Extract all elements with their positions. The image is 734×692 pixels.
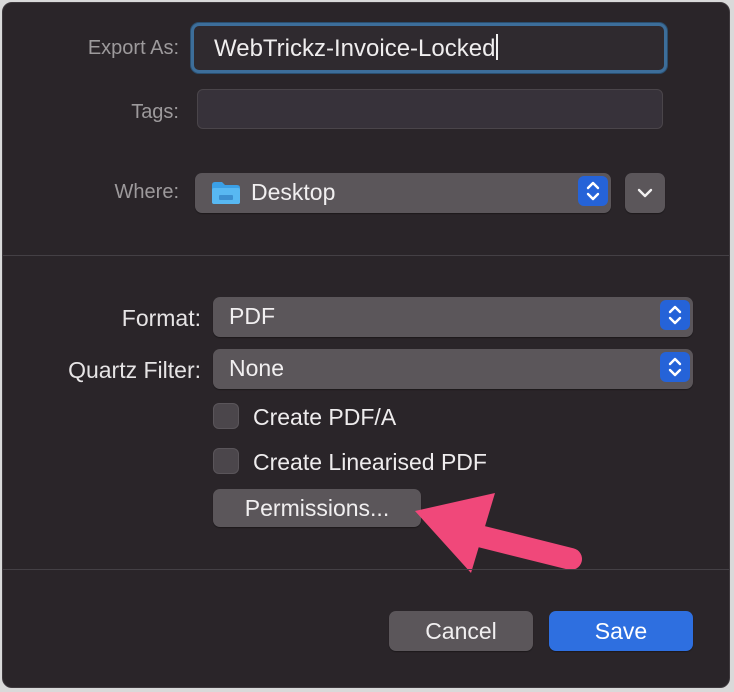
create-linearised-label: Create Linearised PDF <box>253 449 487 475</box>
cancel-button[interactable]: Cancel <box>389 611 533 651</box>
save-button[interactable]: Save <box>549 611 693 651</box>
create-pdfa-checkbox[interactable] <box>213 403 239 429</box>
text-caret <box>496 34 499 60</box>
format-value: PDF <box>229 303 275 329</box>
permissions-button[interactable]: Permissions... <box>213 489 421 527</box>
quartz-filter-label: Quartz Filter: <box>68 357 201 383</box>
section-divider-bottom <box>3 569 729 570</box>
format-stepper-icon <box>660 300 690 330</box>
export-as-value: WebTrickz-Invoice-Locked <box>214 35 496 62</box>
create-linearised-checkbox[interactable] <box>213 448 239 474</box>
expand-browser-button[interactable] <box>625 173 665 213</box>
folder-icon <box>212 182 240 204</box>
tags-label: Tags: <box>131 101 179 123</box>
where-label: Where: <box>114 181 179 203</box>
export-as-label: Export As: <box>87 37 179 59</box>
format-popup[interactable]: PDF <box>213 297 693 337</box>
where-value: Desktop <box>251 179 336 205</box>
where-stepper-icon <box>578 176 608 206</box>
section-divider-top <box>3 255 729 256</box>
quartz-filter-popup[interactable]: None <box>213 349 693 389</box>
tags-input[interactable] <box>197 89 663 129</box>
annotation-arrow-icon <box>415 493 582 573</box>
where-popup[interactable]: Desktop <box>195 173 611 213</box>
quartz-filter-value: None <box>229 355 284 381</box>
export-as-input[interactable]: WebTrickz-Invoice-Locked <box>191 23 667 73</box>
quartz-stepper-icon <box>660 352 690 382</box>
format-label: Format: <box>121 305 201 331</box>
export-dialog: Export As: WebTrickz-Invoice-Locked Tags… <box>2 2 730 688</box>
create-pdfa-label: Create PDF/A <box>253 404 397 430</box>
chevron-down-icon <box>637 188 653 198</box>
